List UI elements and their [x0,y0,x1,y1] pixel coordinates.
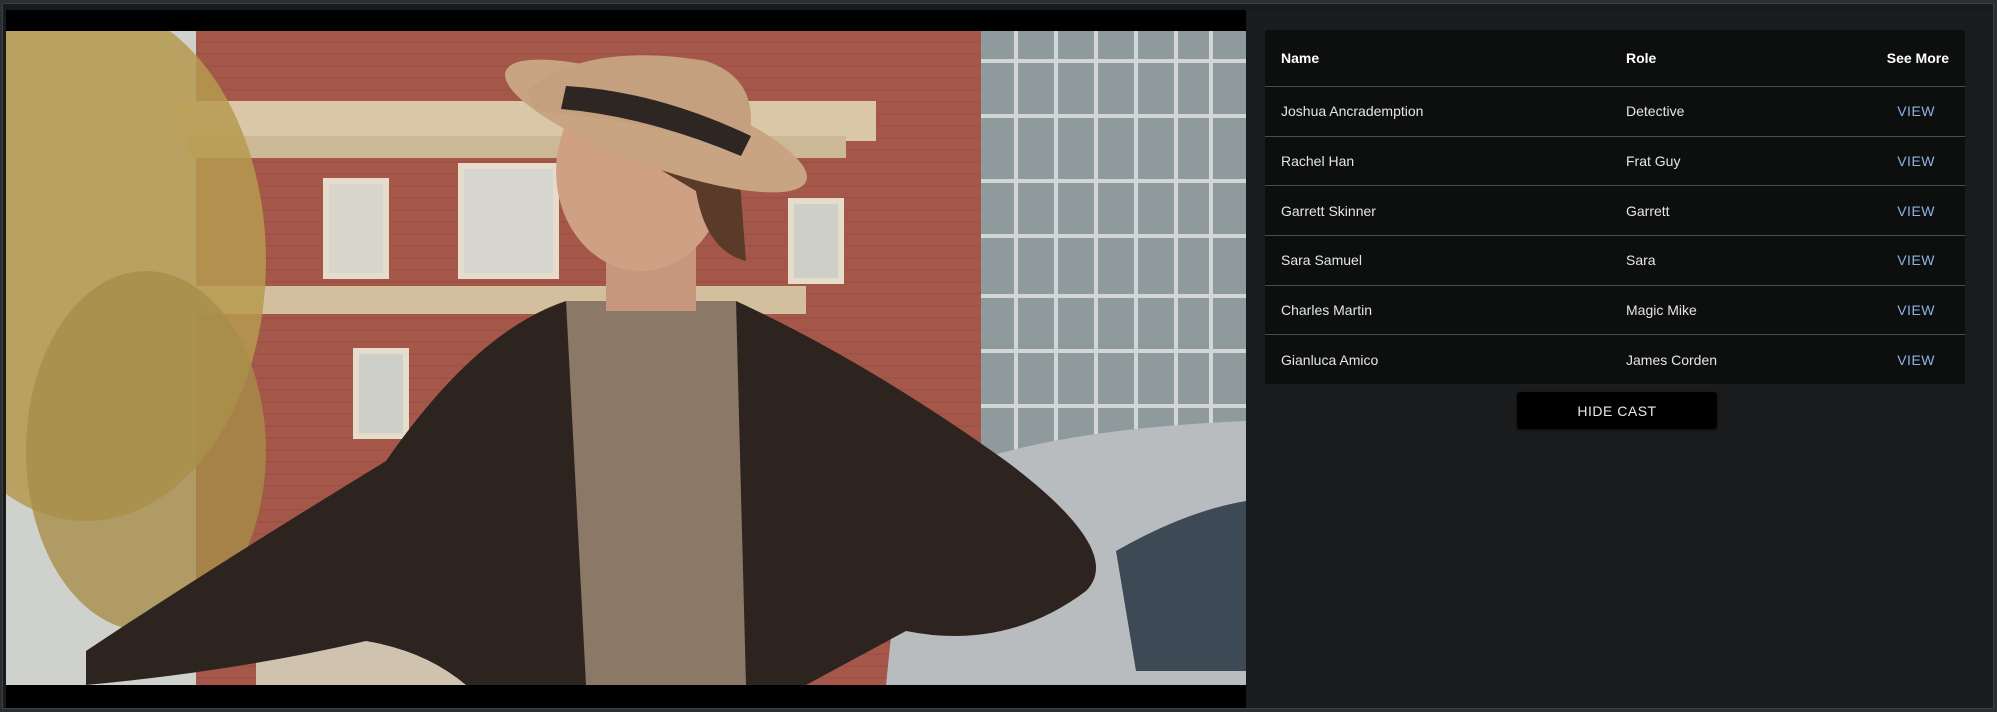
table-row: Garrett Skinner Garrett VIEW [1265,185,1965,237]
view-link[interactable]: VIEW [1811,285,1965,336]
see-more-column-header: See More [1811,30,1965,87]
view-link[interactable]: VIEW [1811,136,1965,187]
cast-role: James Corden [1626,351,1718,368]
table-header-row: Name Role See More [1265,30,1965,87]
view-link[interactable]: VIEW [1811,235,1965,286]
name-column-header: Name [1265,30,1610,87]
view-link[interactable]: VIEW [1811,86,1965,137]
table-row: Sara Samuel Sara VIEW [1265,235,1965,286]
cast-table-card: Name Role See More Joshua Ancrademption … [1265,30,1965,385]
cast-name: Joshua Ancrademption [1265,86,1610,137]
view-link[interactable]: VIEW [1811,335,1965,384]
cast-role: Detective [1610,86,1812,137]
cast-role: Garrett [1610,185,1812,237]
cast-role: Frat Guy [1610,136,1812,187]
video-still-image [6,31,1246,685]
cast-name: Garrett Skinner [1265,185,1610,237]
table-row: Gianluca Amico James Corden VIEW [1265,335,1965,384]
cast-table: Name Role See More Joshua Ancrademption … [1265,30,1965,384]
cast-name: Rachel Han [1265,136,1610,187]
role-column-header: Role [1610,30,1812,87]
view-link[interactable]: VIEW [1811,185,1965,237]
table-row: Joshua Ancrademption Detective VIEW [1265,86,1965,137]
video-player[interactable] [6,10,1246,708]
cast-role: Magic Mike [1610,285,1812,336]
cast-name: Sara Samuel [1265,235,1610,286]
cast-panel: Name Role See More Joshua Ancrademption … [1247,10,1992,708]
cast-name: Gianluca Amico [1281,351,1379,368]
video-frame [6,31,1246,685]
cast-name: Charles Martin [1265,285,1610,336]
cast-role: Sara [1610,235,1812,286]
hide-cast-button[interactable]: HIDE CAST [1517,392,1717,429]
table-row: Rachel Han Frat Guy VIEW [1265,136,1965,187]
table-row: Charles Martin Magic Mike VIEW [1265,285,1965,336]
